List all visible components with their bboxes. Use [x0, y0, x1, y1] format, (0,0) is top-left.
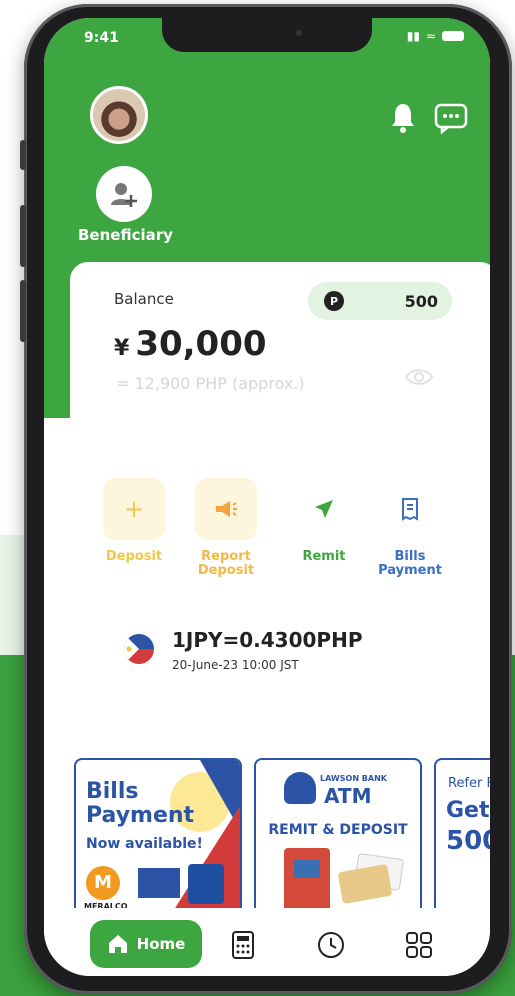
points-value: 500 — [404, 291, 438, 311]
promo-carousel[interactable]: Bills Payment Now available! M MERALCO L… — [74, 758, 490, 918]
signal-icon: ▮▮ — [406, 29, 420, 43]
volume-up-button — [20, 205, 26, 267]
pagibig-logo — [188, 864, 224, 904]
cash-card-image — [337, 863, 393, 905]
add-beneficiary-button[interactable] — [96, 166, 152, 222]
bills-banner-title: Bills Payment — [86, 780, 194, 828]
balance-amount: ¥30,000 — [114, 324, 267, 364]
wifi-icon: ≈ — [425, 29, 436, 43]
bills-payment-label-line2: Payment — [378, 563, 442, 578]
balance-label: Balance — [114, 290, 174, 308]
avatar[interactable] — [90, 86, 148, 144]
silent-switch — [20, 140, 26, 170]
points-icon: P — [324, 291, 344, 311]
notch — [162, 18, 372, 52]
bills-banner-subtitle: Now available! — [86, 836, 203, 852]
home-icon — [108, 935, 127, 953]
refer-banner-line3: 500 — [446, 826, 490, 856]
volume-down-button — [20, 280, 26, 342]
atm-banner-subtitle: REMIT & DEPOSIT — [268, 822, 408, 838]
currency-symbol: ¥ — [114, 336, 130, 361]
bell-icon[interactable] — [389, 102, 417, 134]
tab-home[interactable]: Home — [90, 920, 202, 968]
meralco-logo: M — [86, 866, 120, 900]
philippines-flag-icon — [124, 634, 154, 664]
clock-icon[interactable] — [316, 930, 346, 960]
receipt-icon — [379, 478, 441, 540]
rate-text: 1JPY=0.4300PHP — [172, 628, 363, 652]
bills-banner-title-line2: Payment — [86, 803, 195, 828]
deposit-label: Deposit — [105, 549, 163, 564]
rate-timestamp: 20-June-23 10:00 JST — [172, 658, 299, 672]
tab-bar: Home — [44, 908, 490, 976]
bills-payment-label: Bills Payment — [370, 550, 450, 578]
app-screen: 9:41 ▮▮ ≈ Beneficiary Balance P 500 ¥30,… — [44, 18, 490, 976]
remit-button[interactable]: Remit — [284, 478, 364, 564]
calculator-icon[interactable] — [228, 930, 258, 960]
balance-approx: = 12,900 PHP (approx.) — [116, 374, 305, 393]
atm-banner[interactable]: LAWSON BANK ATM REMIT & DEPOSIT — [254, 758, 422, 918]
quick-actions: + Deposit Report Deposit Remit Bills Pay… — [94, 478, 474, 588]
report-deposit-label: Report Deposit — [186, 550, 266, 578]
chat-icon[interactable] — [434, 102, 468, 134]
megaphone-icon — [195, 478, 257, 540]
battery-icon — [442, 31, 464, 41]
remit-label: Remit — [302, 549, 346, 564]
bills-payment-label-line1: Bills — [394, 549, 426, 564]
plus-icon: + — [103, 478, 165, 540]
atm-banner-bank: LAWSON BANK — [320, 774, 387, 783]
eye-icon[interactable] — [404, 366, 434, 388]
send-icon — [293, 478, 355, 540]
bills-payment-button[interactable]: Bills Payment — [370, 478, 450, 578]
lawson-logo — [284, 772, 316, 804]
refer-banner-line2: Get — [446, 798, 490, 823]
sss-logo — [138, 868, 180, 898]
refer-banner[interactable]: Refer F Get 500 — [434, 758, 490, 918]
beneficiary-label: Beneficiary — [78, 226, 173, 244]
deposit-button[interactable]: + Deposit — [94, 478, 174, 564]
refer-banner-line1: Refer F — [448, 776, 490, 791]
bills-banner-title-line1: Bills — [86, 779, 139, 804]
points-badge[interactable]: P 500 — [308, 282, 452, 320]
report-deposit-label-line2: Deposit — [197, 563, 255, 578]
exchange-rate: 1JPY=0.4300PHP 20-June-23 10:00 JST — [124, 628, 444, 678]
report-deposit-button[interactable]: Report Deposit — [186, 478, 266, 578]
grid-menu-icon[interactable] — [404, 930, 434, 960]
bills-payment-banner[interactable]: Bills Payment Now available! M MERALCO — [74, 758, 242, 918]
report-deposit-label-line1: Report — [201, 549, 251, 564]
atm-banner-title: ATM — [324, 784, 372, 808]
status-time: 9:41 — [84, 30, 119, 46]
add-user-icon — [111, 183, 137, 207]
status-icons: ▮▮ ≈ — [407, 29, 464, 43]
tab-home-label: Home — [136, 935, 186, 953]
balance-value: 30,000 — [135, 324, 267, 364]
